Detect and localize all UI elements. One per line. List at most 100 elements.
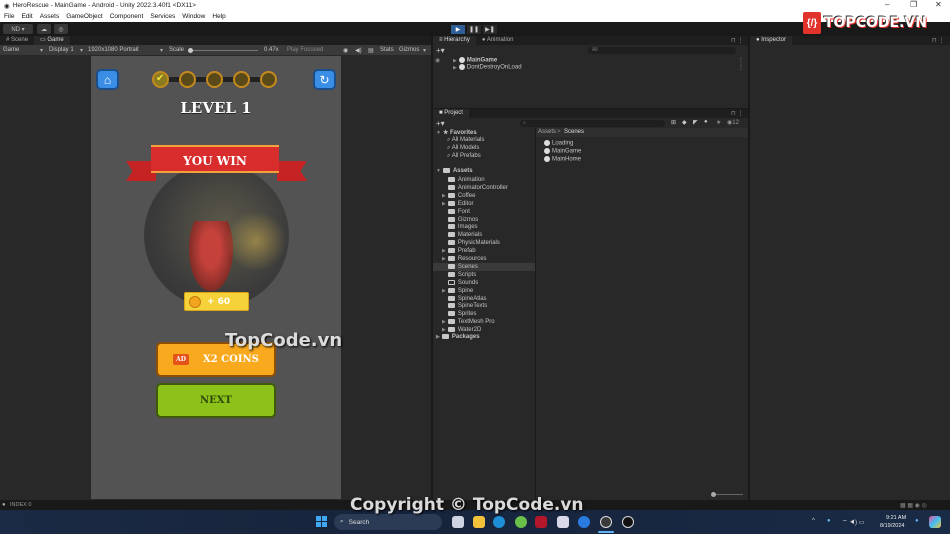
expand-arrow-icon[interactable]: ▶ (442, 248, 446, 254)
folder-item[interactable]: ▶ Prefab (433, 247, 535, 255)
windows-start-icon[interactable] (316, 516, 327, 527)
folder-item[interactable]: ▶ Resources (433, 255, 535, 263)
gizmos-dropdown-icon[interactable]: ▾ (423, 47, 426, 54)
tab-inspector[interactable]: ● Inspector (750, 36, 792, 45)
folder-item[interactable]: ▶Materials (433, 231, 535, 239)
task-view-icon[interactable] (452, 516, 464, 528)
lock-icon[interactable]: ⊓ ⋮ (731, 37, 743, 44)
display-select[interactable]: Display 1 (49, 47, 74, 53)
step-button[interactable]: ▶❚ (483, 25, 497, 34)
expand-arrow-icon[interactable]: ▶ (442, 256, 446, 262)
search-by-label-icon[interactable]: ◆ (682, 119, 687, 126)
folder-item[interactable]: ▶Scenes (433, 262, 535, 271)
zalo-icon[interactable] (578, 516, 590, 528)
packages-header[interactable]: ▶ Packages (436, 334, 480, 340)
lock-icon[interactable]: ⊓ ⋮ (932, 37, 944, 44)
view-select[interactable]: Game (3, 47, 19, 53)
folder-item[interactable]: ▶Font (433, 208, 535, 216)
project-search[interactable]: ⌕ (520, 120, 665, 127)
minimize-button[interactable]: – (885, 0, 889, 9)
cloud-icon[interactable]: ☁ (37, 24, 51, 34)
menu-component[interactable]: Component (110, 13, 144, 20)
tab-game[interactable]: ▭ Game (34, 36, 70, 45)
breadcrumb-scenes[interactable]: Scenes (564, 129, 584, 135)
hierarchy-item[interactable]: ▶ DontDestroyOnLoad (453, 64, 522, 71)
folder-item[interactable]: ▶SpineAtlas (433, 295, 535, 303)
filter-icon[interactable]: ◤ (693, 119, 698, 126)
scene-asset[interactable]: MainGame (544, 148, 581, 155)
audio-icon[interactable]: ◀) (355, 47, 362, 54)
item-menu-icon[interactable]: ⋮ (738, 57, 744, 64)
restart-button[interactable]: ↻ (313, 69, 336, 90)
clock-time[interactable]: 9:21 AM (886, 515, 906, 521)
favorite-star-icon[interactable]: ★ (716, 119, 721, 126)
folder-item[interactable]: ▶ Coffee (433, 192, 535, 200)
folder-item[interactable]: ▶PhysicMaterials (433, 239, 535, 247)
folder-item[interactable]: ▶ TextMesh Pro (433, 318, 535, 326)
folder-item[interactable]: ▶Images (433, 223, 535, 231)
app-icon[interactable] (557, 516, 569, 528)
folder-item[interactable]: ▶SpineTexts (433, 302, 535, 310)
folder-item[interactable]: ▶Gizmos (433, 216, 535, 224)
breadcrumb-assets[interactable]: Assets (538, 129, 556, 135)
folder-item[interactable]: ▶Animation (433, 176, 535, 184)
microphone-icon[interactable]: ● (827, 518, 831, 524)
maximize-button[interactable]: ❐ (910, 0, 917, 9)
resolution-dropdown-icon[interactable]: ▾ (160, 47, 163, 54)
expand-arrow-icon[interactable]: ▶ (442, 201, 446, 207)
home-button[interactable]: ⌂ (96, 69, 119, 90)
mute-icon[interactable]: ◉ (343, 47, 348, 54)
expand-arrow-icon[interactable]: ▶ (442, 319, 446, 325)
resolution-select[interactable]: 1920x1080 Portrait (88, 47, 139, 53)
close-button[interactable]: ✕ (935, 0, 942, 9)
play-button[interactable]: ▶ (451, 25, 465, 34)
scene-asset[interactable]: MainHome (544, 156, 581, 163)
view-dropdown-icon[interactable]: ▾ (40, 47, 43, 54)
menu-file[interactable]: File (4, 13, 14, 20)
info-icon[interactable]: ● (704, 119, 708, 125)
network-volume-battery-icons[interactable]: ⌔ ◀) ▭ (842, 518, 864, 526)
obs-icon[interactable] (622, 516, 634, 528)
folder-item[interactable]: ▶Sounds (433, 279, 535, 287)
status-message[interactable]: INDEX 0 (10, 502, 31, 508)
icon-size-slider-handle[interactable] (711, 492, 716, 497)
tab-scene[interactable]: # Scene (0, 36, 34, 45)
account-button[interactable]: ND ▾ (3, 24, 33, 34)
hidden-count[interactable]: ◉12 (727, 119, 739, 126)
tab-project[interactable]: ■ Project (433, 109, 469, 118)
show-hidden-icons[interactable]: ^ (812, 518, 815, 524)
tab-animation[interactable]: ● Animation (476, 36, 520, 45)
create-button[interactable]: +▾ (436, 46, 445, 55)
search-by-type-icon[interactable]: ⊞ (671, 119, 676, 126)
folder-item[interactable]: ▶Scripts (433, 271, 535, 279)
taskbar-search[interactable]: ⌕ Search (334, 514, 442, 530)
play-mode-select[interactable]: Play Focused (287, 47, 323, 53)
unity-icon[interactable] (600, 516, 612, 528)
menu-assets[interactable]: Assets (40, 13, 60, 20)
menu-help[interactable]: Help (212, 13, 225, 20)
gizmos-button[interactable]: Gizmos (399, 47, 419, 53)
scene-asset[interactable]: Loading (544, 140, 573, 147)
folder-item[interactable]: ▶Sprites (433, 310, 535, 318)
menu-window[interactable]: Window (182, 13, 205, 20)
notification-bell-icon[interactable]: ● (915, 518, 919, 524)
display-dropdown-icon[interactable]: ▾ (80, 47, 83, 54)
menu-gameobject[interactable]: GameObject (66, 13, 103, 20)
folder-item[interactable]: ▶ Spine (433, 287, 535, 295)
next-button[interactable]: NEXT (156, 383, 276, 418)
hierarchy-item[interactable]: ▶ MainGame (453, 57, 497, 64)
app-icon[interactable] (515, 516, 527, 528)
lock-icon[interactable]: ⊓ ⋮ (731, 110, 743, 117)
favorite-item[interactable]: ⌕ All Materials (447, 137, 484, 144)
expand-arrow-icon[interactable]: ▶ (442, 327, 446, 333)
scale-slider[interactable] (188, 49, 258, 51)
file-explorer-icon[interactable] (473, 516, 485, 528)
expand-arrow-icon[interactable]: ▶ (442, 193, 446, 199)
menu-edit[interactable]: Edit (21, 13, 32, 20)
visibility-icon[interactable]: ◉ (435, 57, 440, 64)
favorite-item[interactable]: ⌕ All Models (447, 145, 479, 152)
favorites-header[interactable]: ▼ ★ Favorites (436, 129, 477, 136)
stats-button[interactable]: Stats (380, 47, 394, 53)
tab-hierarchy[interactable]: ≡ Hierarchy (433, 36, 476, 45)
app-icon[interactable] (535, 516, 547, 528)
